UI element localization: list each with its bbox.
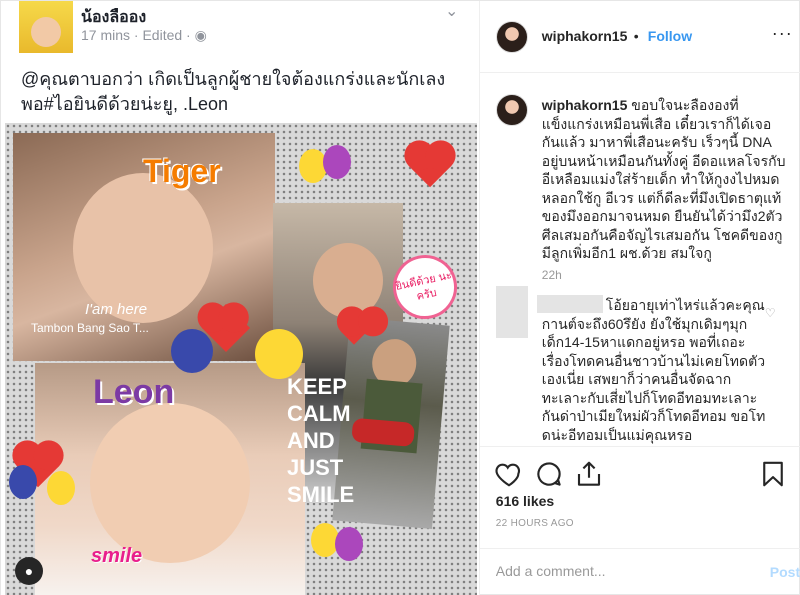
facebook-post-header: น้องลืออง 17 mins · Edited · ◉ ⌄ xyxy=(1,1,479,59)
separator-dot: • xyxy=(633,28,639,44)
post-time[interactable]: 22 HOURS AGO xyxy=(496,518,574,529)
instagram-post-view: น้องลืออง 17 mins · Edited · ◉ ⌄ @คุณตาบ… xyxy=(0,0,800,595)
label-tiger: Tiger xyxy=(143,153,221,189)
heart-icon[interactable] xyxy=(494,459,524,489)
post-image[interactable]: น้องลืออง 17 mins · Edited · ◉ ⌄ @คุณตาบ… xyxy=(1,1,480,595)
caption-username[interactable]: wiphakorn15 xyxy=(542,97,628,113)
comment-text: โอ้ยอายุเท่าไหร่แล้วคะคุณกานต์จะถึง60รึย… xyxy=(541,297,766,443)
avatar[interactable] xyxy=(495,21,528,53)
chevron-down-icon: ⌄ xyxy=(445,3,459,20)
caption-time[interactable]: 22h xyxy=(542,268,562,282)
add-comment-row: Post xyxy=(479,548,800,595)
balloon-icon xyxy=(47,471,75,505)
post-sidebar: wiphakorn15 • Follow ··· wiphakorn15 ขอบ… xyxy=(479,1,800,595)
label-leon: Leon xyxy=(93,373,175,411)
facebook-post-meta-text: 17 mins · Edited · xyxy=(81,27,195,43)
balloon-icon xyxy=(9,465,37,499)
share-icon[interactable] xyxy=(574,459,604,489)
likes-count[interactable]: 616 likes xyxy=(496,493,554,509)
caption: wiphakorn15 ขอบใจนะลืององที่แข็งแกร่งเหม… xyxy=(542,96,786,263)
facebook-avatar xyxy=(19,1,73,53)
label-location: Tambon Bang Sao T... xyxy=(31,321,149,335)
label-here: I'am here xyxy=(85,301,148,318)
label-smile: smile xyxy=(91,545,143,567)
comments-list[interactable]: wiphakorn15 ขอบใจนะลืององที่แข็งแกร่งเหม… xyxy=(480,74,800,446)
comment-username-redacted[interactable] xyxy=(536,295,603,313)
like-comment-heart-icon[interactable]: ♡ xyxy=(765,306,776,320)
facebook-post-text: @คุณตาบอกว่า เกิดเป็นลูกผู้ชายใจต้องแกร่… xyxy=(21,69,446,114)
heart-icon xyxy=(408,144,452,188)
balloon-icon xyxy=(323,145,351,179)
comment-avatar-redacted[interactable] xyxy=(495,286,528,338)
balloon-icon xyxy=(171,329,213,373)
user-tag-icon[interactable]: ● xyxy=(15,557,43,585)
post-actions: 616 likes 22 HOURS AGO Post xyxy=(479,446,800,595)
comment-icon[interactable] xyxy=(534,459,564,489)
caption-text: ขอบใจนะลืององที่แข็งแกร่งเหมือนพี่เสือ เ… xyxy=(541,97,786,261)
facebook-post-meta: 17 mins · Edited · ◉ xyxy=(81,27,207,44)
add-comment-input[interactable] xyxy=(495,563,746,579)
photo-collage: Tiger I'am here Tambon Bang Sao T... Leo… xyxy=(5,123,477,595)
username-link[interactable]: wiphakorn15 xyxy=(542,28,628,44)
post-header: wiphakorn15 • Follow ··· xyxy=(479,1,800,73)
bookmark-icon[interactable] xyxy=(758,459,788,489)
more-options-icon[interactable]: ··· xyxy=(772,23,793,44)
post-comment-button[interactable]: Post xyxy=(770,564,800,580)
balloon-icon xyxy=(335,527,363,561)
balloon-icon xyxy=(255,329,303,379)
caption-avatar[interactable] xyxy=(495,94,528,126)
follow-button[interactable]: Follow xyxy=(648,28,692,44)
label-keep-calm: KEEP CALM AND JUST SMILE xyxy=(287,374,355,507)
globe-icon: ◉ xyxy=(194,27,207,43)
